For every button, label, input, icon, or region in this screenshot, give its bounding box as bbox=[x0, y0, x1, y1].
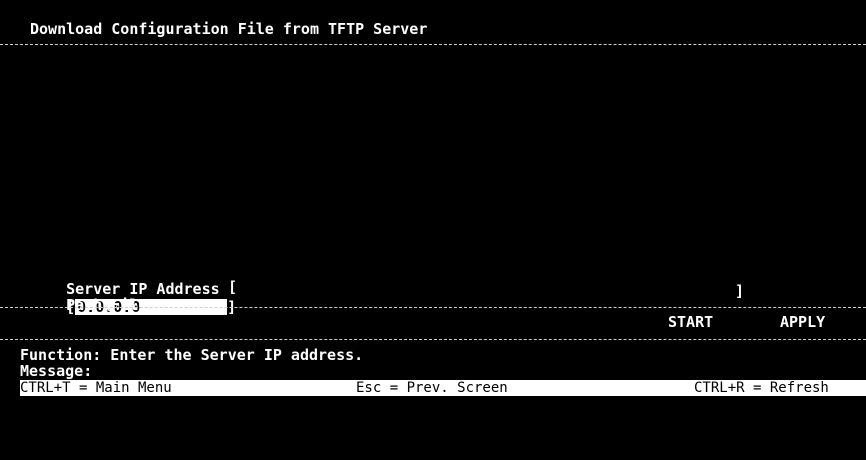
main-menu-shortcut[interactable]: CTRL+T = Main Menu bbox=[20, 380, 172, 396]
path-close-bracket: ] bbox=[735, 282, 745, 300]
path-label: Path\Filename bbox=[66, 296, 184, 314]
terminal-screen: Download Configuration File from TFTP Se… bbox=[0, 0, 866, 404]
apply-button[interactable]: APPLY bbox=[780, 313, 825, 331]
shortcut-bar: CTRL+T = Main Menu Esc = Prev. Screen CT… bbox=[20, 380, 866, 396]
mid-divider-upper bbox=[0, 307, 866, 308]
prev-screen-shortcut[interactable]: Esc = Prev. Screen bbox=[356, 380, 508, 396]
message-line: Message: bbox=[20, 362, 93, 380]
refresh-shortcut[interactable]: CTRL+R = Refresh bbox=[694, 380, 829, 396]
path-open-bracket: [ bbox=[228, 278, 238, 296]
page-title: Download Configuration File from TFTP Se… bbox=[30, 20, 428, 38]
path-input[interactable] bbox=[240, 278, 720, 294]
top-divider bbox=[0, 44, 866, 45]
start-button[interactable]: START bbox=[668, 313, 713, 331]
mid-divider-lower bbox=[0, 339, 866, 340]
